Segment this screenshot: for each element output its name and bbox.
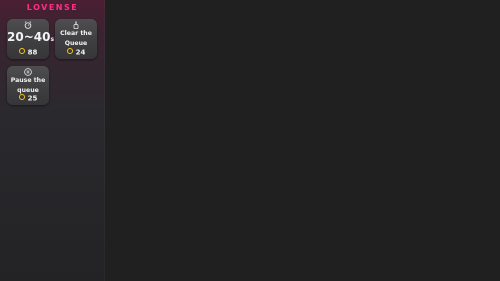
token-cost: 88 — [7, 47, 49, 56]
token-cost: 25 — [7, 93, 49, 102]
coin-icon — [18, 93, 25, 100]
clear-queue-label: Clear the Queue — [60, 30, 92, 47]
pause-queue-card[interactable]: Pause the queue 25 — [7, 66, 49, 105]
coin-icon — [18, 47, 25, 54]
clear-queue-card[interactable]: Clear the Queue 24 — [55, 19, 97, 59]
brand-logo: LOVENSE — [26, 3, 79, 12]
pause-queue-label: Pause the queue — [10, 77, 46, 94]
duration-value: 20~40s — [7, 30, 55, 44]
broom-icon — [72, 21, 80, 29]
lovense-control-panel: LOVENSE 20~40s 88 Clear the Queue 24 Pau… — [0, 0, 105, 281]
time-option-card[interactable]: 20~40s 88 — [7, 19, 55, 59]
timer-icon — [24, 21, 32, 29]
duration-unit: s — [50, 36, 55, 43]
token-cost: 24 — [55, 47, 97, 56]
pause-icon — [24, 68, 32, 76]
coin-icon — [66, 47, 73, 54]
